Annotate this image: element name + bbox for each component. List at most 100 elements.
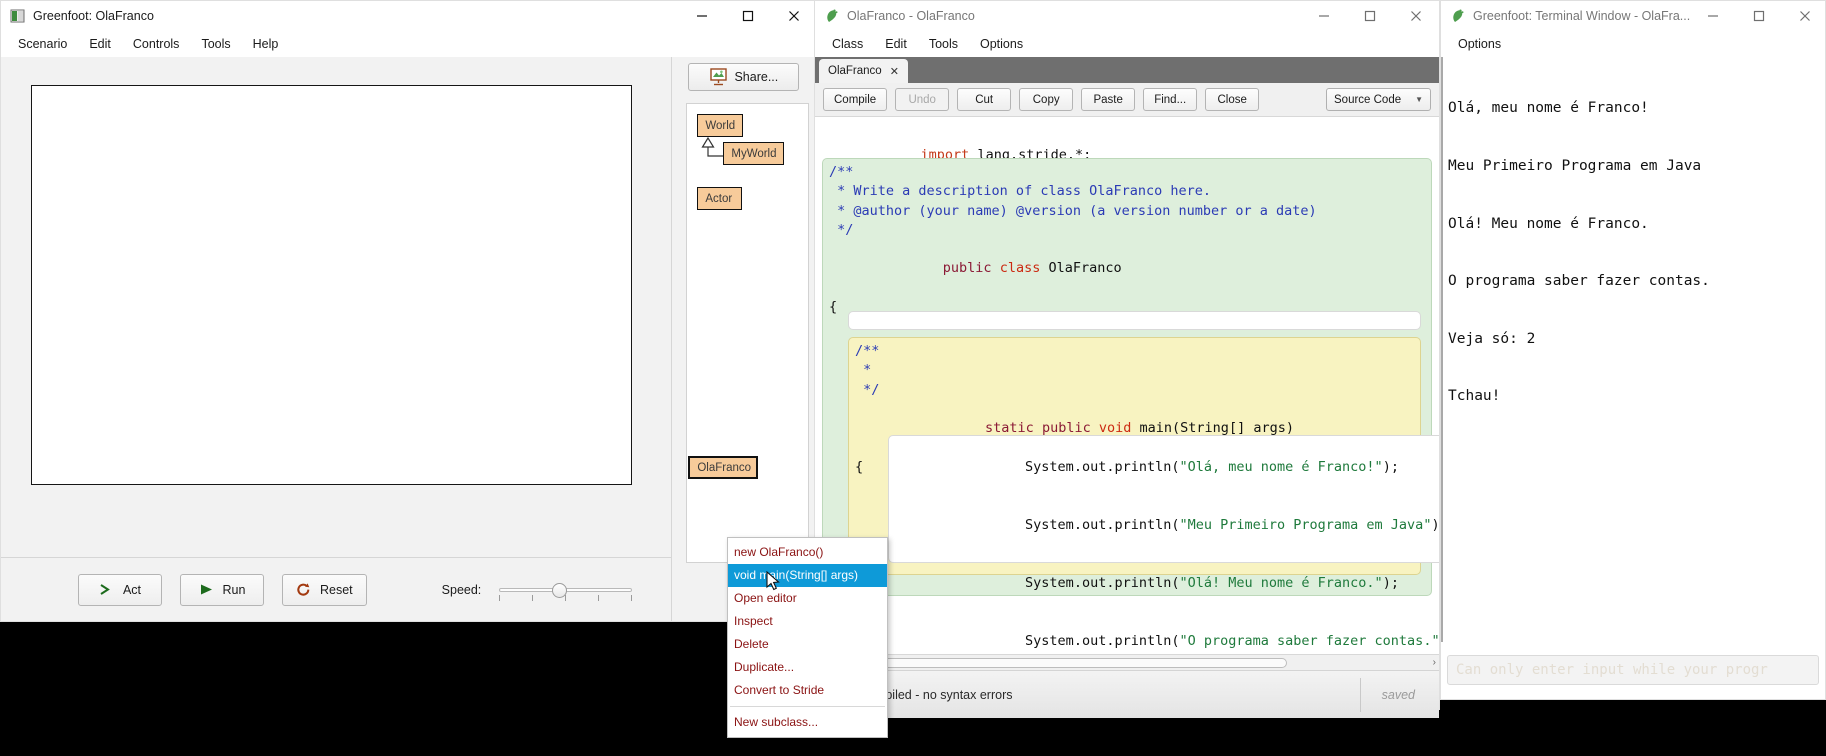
method-signature-rest: main(String[] args)	[1131, 420, 1294, 437]
menu-edit[interactable]: Edit	[874, 34, 918, 54]
terminal-input[interactable]: Can only enter input while your progr	[1447, 655, 1819, 685]
minimize-button[interactable]	[679, 1, 725, 31]
greenfoot-window-buttons	[679, 1, 817, 31]
speed-label: Speed:	[441, 582, 482, 597]
class-comment-line-3: */	[829, 221, 854, 238]
scroll-right-icon[interactable]: ›	[1433, 657, 1436, 668]
run-button[interactable]: Run	[180, 573, 264, 606]
class-node-myworld-label: MyWorld	[731, 147, 777, 160]
compile-button[interactable]: Compile	[823, 88, 888, 111]
close-button[interactable]	[1393, 1, 1439, 31]
class-node-olafranco[interactable]: OlaFranco	[688, 456, 759, 479]
ctx-void-main[interactable]: void main(String[] args)	[728, 564, 887, 587]
terminal-window-title: Greenfoot: Terminal Window - OlaFra...	[1473, 9, 1691, 23]
stmt-0-post: );	[1382, 459, 1399, 476]
cut-button[interactable]: Cut	[957, 88, 1012, 111]
editor-toolbar: Compile Undo Cut Copy Paste Find... Clos…	[815, 83, 1439, 117]
maximize-button[interactable]	[725, 1, 771, 31]
greenfoot-icon	[1450, 8, 1466, 24]
speed-control: Speed:	[441, 580, 633, 601]
terminal-output[interactable]: Olá, meu nome é Franco! Meu Primeiro Pro…	[1441, 57, 1825, 642]
world-canvas[interactable]	[31, 85, 632, 485]
menu-edit[interactable]: Edit	[78, 34, 122, 54]
simulation-controls: Act Run Reset Speed:	[1, 557, 673, 621]
greenfoot-world-pane: Act Run Reset Speed:	[1, 57, 673, 621]
act-label: Act	[122, 582, 142, 597]
ctx-open-editor[interactable]: Open editor	[728, 587, 887, 610]
maximize-button[interactable]	[1347, 1, 1393, 31]
menu-options[interactable]: Options	[969, 34, 1034, 54]
terminal-line-4: Veja só: 2	[1448, 330, 1536, 347]
act-button[interactable]: Act	[78, 573, 162, 606]
greenfoot-titlebar: Greenfoot: OlaFranco	[0, 0, 818, 31]
greenfoot-window-title: Greenfoot: OlaFranco	[33, 9, 154, 23]
share-icon	[710, 68, 728, 86]
menu-options[interactable]: Options	[1447, 34, 1512, 54]
minimize-button[interactable]	[1690, 1, 1736, 31]
ctx-new-olafranco[interactable]: new OlaFranco()	[728, 541, 887, 564]
menu-scenario[interactable]: Scenario	[7, 34, 78, 54]
terminal-titlebar: Greenfoot: Terminal Window - OlaFra...	[1440, 0, 1826, 31]
paste-button[interactable]: Paste	[1081, 88, 1136, 111]
ctx-convert-to-stride[interactable]: Convert to Stride	[728, 679, 887, 702]
method-mod-static: static	[985, 420, 1034, 437]
greenfoot-menubar: Scenario Edit Controls Tools Help	[0, 31, 818, 57]
statements-block[interactable]: System.out.println("Olá, meu nome é Fran…	[888, 435, 1439, 649]
class-comment-line-1: * Write a description of class OlaFranco…	[829, 183, 1212, 200]
ctx-inspect[interactable]: Inspect	[728, 610, 887, 633]
ctx-duplicate[interactable]: Duplicate...	[728, 656, 887, 679]
terminal-window-buttons	[1690, 1, 1826, 31]
statement-line-2: System.out.println("Olá! Meu nome é Fran…	[895, 555, 1439, 613]
editor-horizontal-scrollbar[interactable]: ›	[815, 654, 1439, 670]
class-modifier: public	[942, 260, 992, 277]
class-declaration-line: public class OlaFranco	[829, 240, 1431, 298]
terminal-line-2: Olá! Meu nome é Franco.	[1448, 215, 1649, 232]
menu-help[interactable]: Help	[242, 34, 290, 54]
close-button[interactable]: Close	[1205, 88, 1260, 111]
stmt-2-string: "Olá! Meu nome é Franco."	[1179, 575, 1383, 592]
maximize-button[interactable]	[1736, 1, 1782, 31]
find-button[interactable]: Find...	[1143, 88, 1198, 111]
class-node-world[interactable]: World	[697, 114, 744, 137]
class-node-actor[interactable]: Actor	[697, 187, 743, 210]
tab-close-icon[interactable]: ✕	[890, 65, 899, 78]
empty-statement-slot[interactable]	[848, 311, 1421, 330]
terminal-line-0: Olá, meu nome é Franco!	[1448, 100, 1649, 117]
terminal-window: Greenfoot: Terminal Window - OlaFra... O…	[1440, 0, 1826, 700]
speed-slider[interactable]	[499, 580, 633, 601]
tab-olafranco[interactable]: OlaFranco ✕	[819, 59, 908, 83]
menu-tools[interactable]: Tools	[190, 34, 241, 54]
method-comment-line-1: *	[855, 362, 872, 379]
close-button[interactable]	[771, 1, 817, 31]
stmt-0-call: System.out.println(	[1025, 459, 1180, 476]
editor-body: OlaFranco ✕ Compile Undo Cut Copy Paste …	[814, 57, 1440, 718]
reset-button[interactable]: Reset	[282, 573, 367, 606]
stmt-3-string: "O programa saber fazer contas."	[1179, 632, 1439, 649]
editor-window-buttons	[1301, 1, 1439, 31]
class-node-myworld[interactable]: MyWorld	[723, 142, 785, 165]
menu-tools[interactable]: Tools	[918, 34, 969, 54]
status-divider	[1360, 678, 1361, 712]
share-button[interactable]: Share...	[688, 63, 800, 91]
terminal-line-5: Tchau!	[1448, 388, 1501, 405]
run-label: Run	[222, 582, 246, 597]
view-mode-select[interactable]: Source Code ▼	[1326, 88, 1431, 111]
ctx-separator	[730, 706, 885, 707]
minimize-button[interactable]	[1301, 1, 1347, 31]
statement-line-1: System.out.println("Meu Primeiro Program…	[895, 497, 1439, 555]
editor-menubar: Class Edit Tools Options	[814, 31, 1440, 57]
class-comment-line-2: * @author (your name) @version (a versio…	[829, 202, 1317, 219]
menu-controls[interactable]: Controls	[122, 34, 191, 54]
stmt-2-call: System.out.println(	[1025, 575, 1180, 592]
code-editor-area[interactable]: import lang.stride.*; /** * Write a desc…	[815, 117, 1439, 654]
copy-button[interactable]: Copy	[1019, 88, 1074, 111]
terminal-input-row: Can only enter input while your progr	[1441, 642, 1825, 698]
class-block: /** * Write a description of class OlaFr…	[822, 158, 1439, 649]
ctx-new-subclass[interactable]: New subclass...	[728, 711, 887, 734]
menu-class[interactable]: Class	[821, 34, 874, 54]
greenfoot-body: Act Run Reset Speed: Share... World MyWo…	[0, 57, 818, 622]
ctx-delete[interactable]: Delete	[728, 633, 887, 656]
editor-status-bar: Class compiled - no syntax errors saved	[815, 670, 1439, 718]
terminal-menubar: Options	[1440, 31, 1826, 57]
close-button[interactable]	[1782, 1, 1826, 31]
